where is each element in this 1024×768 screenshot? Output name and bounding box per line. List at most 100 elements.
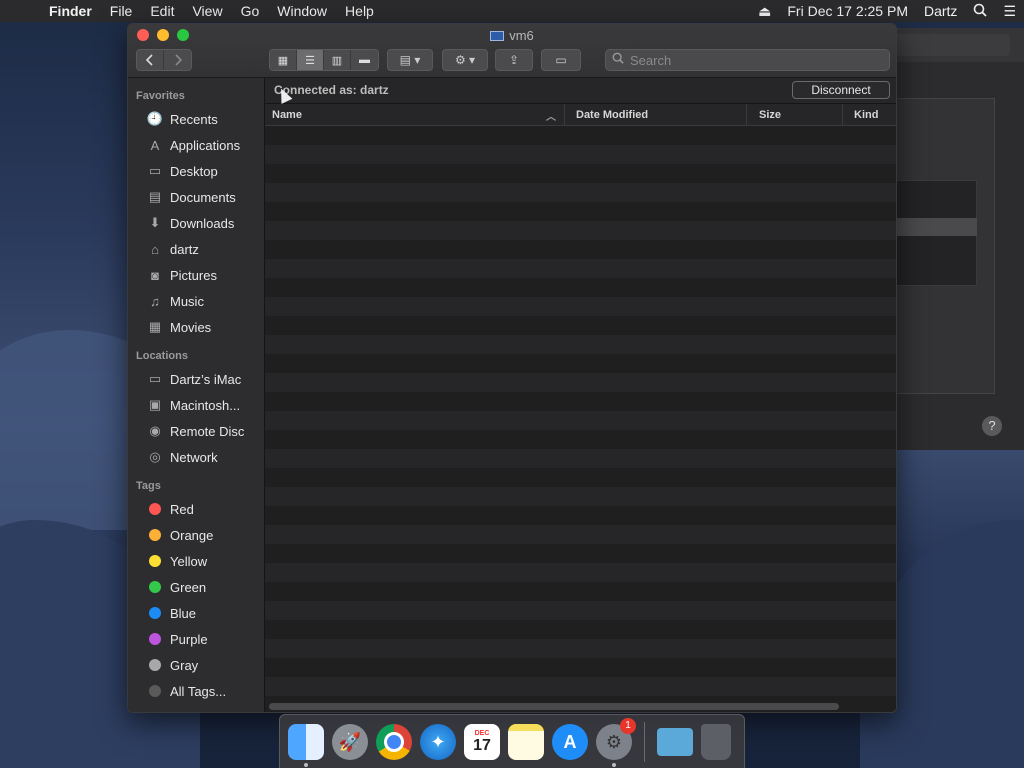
notification-center-icon[interactable]: ☰ (995, 3, 1024, 20)
tag-icon: ▭ (555, 53, 567, 67)
menu-view[interactable]: View (183, 3, 231, 19)
sidebar-tag-purple[interactable]: Purple (128, 626, 264, 652)
dock-chrome-icon[interactable] (376, 724, 412, 760)
eject-icon[interactable]: ⏏ (750, 3, 779, 20)
music-icon: ♫ (150, 293, 160, 309)
horizontal-scrollbar[interactable] (269, 703, 839, 710)
disc-icon: ◉ (149, 423, 161, 438)
menu-window[interactable]: Window (268, 3, 336, 19)
sidebar-item-documents[interactable]: ▤ Documents (128, 184, 264, 210)
dock-downloads-folder-icon[interactable] (657, 728, 693, 756)
sidebar-item-desktop[interactable]: ▭ Desktop (128, 158, 264, 184)
dock-app-store-icon[interactable]: A (552, 724, 588, 760)
tag-dot-icon (149, 555, 161, 567)
computer-icon: ▭ (148, 371, 162, 386)
sidebar-item-recents[interactable]: 🕘 Recents (128, 106, 264, 132)
sidebar-item-label: Remote Disc (170, 423, 245, 439)
menu-edit[interactable]: Edit (141, 3, 183, 19)
menu-bar: Finder File Edit View Go Window Help ⏏ F… (0, 0, 1024, 22)
sidebar-item-dartz-s-imac[interactable]: ▭ Dartz’s iMac (128, 366, 264, 392)
globe-icon: ◎ (149, 449, 161, 464)
film-icon: ▦ (148, 319, 162, 334)
sidebar-item-movies[interactable]: ▦ Movies (128, 314, 264, 340)
sidebar-tag-green[interactable]: Green (128, 574, 264, 600)
list-view-button[interactable]: ☰ (297, 50, 324, 70)
sidebar-tag-gray[interactable]: Gray (128, 652, 264, 678)
action-gear-button[interactable]: ⚙ ▾ (442, 49, 488, 71)
sidebar-item-label: Recents (170, 111, 218, 127)
group-by-button[interactable]: ▤ ▾ (387, 49, 433, 71)
sidebar-tag-orange[interactable]: Orange (128, 522, 264, 548)
sidebar-tag-all-tags[interactable]: All Tags... (128, 678, 264, 704)
file-list-area[interactable]: Connected as: dartz Disconnect Name ︿ Da… (265, 78, 896, 712)
empty-file-rows[interactable] (265, 126, 896, 698)
clock-icon: 🕘 (146, 111, 164, 126)
dock-finder-icon[interactable] (288, 724, 324, 767)
menu-go[interactable]: Go (232, 3, 269, 19)
menu-clock[interactable]: Fri Dec 17 2:25 PM (779, 3, 916, 19)
search-input[interactable] (630, 52, 870, 68)
dock: 🚀 ✦ DEC 17 A ⚙ 1 (279, 714, 745, 768)
sidebar-tag-yellow[interactable]: Yellow (128, 548, 264, 574)
forward-button[interactable] (164, 50, 191, 70)
tag-button[interactable]: ▭ (541, 49, 581, 71)
sidebar-item-label: Music (170, 293, 204, 309)
column-header: Name ︿ Date Modified Size Kind (265, 104, 896, 126)
sidebar-item-dartz[interactable]: ⌂ dartz (128, 236, 264, 262)
sidebar-item-label: Dartz’s iMac (170, 371, 242, 387)
menu-user[interactable]: Dartz (916, 3, 965, 19)
dock-launchpad-icon[interactable]: 🚀 (332, 724, 368, 760)
tag-dot-icon (149, 607, 161, 619)
menu-file[interactable]: File (101, 3, 142, 19)
sidebar-item-remote-disc[interactable]: ◉ Remote Disc (128, 418, 264, 444)
search-field[interactable] (605, 49, 890, 71)
disconnect-button[interactable]: Disconnect (792, 81, 890, 99)
column-size[interactable]: Size (747, 104, 843, 125)
sidebar: Favorites 🕘 Recents A Applications ▭ Desktop ▤… (128, 78, 265, 712)
sidebar-item-label: Network (170, 449, 218, 465)
dock-system-preferences-icon[interactable]: ⚙ 1 (596, 718, 636, 767)
sidebar-item-label: Blue (170, 605, 197, 621)
connection-bar: Connected as: dartz Disconnect (265, 78, 896, 104)
share-button[interactable]: ⇪ (495, 49, 533, 71)
hard-drive-icon: ▣ (148, 397, 162, 412)
sidebar-item-label: Desktop (170, 163, 218, 179)
dock-trash-icon[interactable] (701, 724, 731, 760)
dock-notes-icon[interactable] (508, 724, 544, 760)
column-view-button[interactable]: ▥ (324, 50, 351, 70)
sidebar-item-network[interactable]: ◎ Network (128, 444, 264, 470)
menu-help[interactable]: Help (336, 3, 383, 19)
search-icon (612, 51, 624, 69)
sidebar-item-music[interactable]: ♫ Music (128, 288, 264, 314)
sidebar-item-downloads[interactable]: ⬇ Downloads (128, 210, 264, 236)
sidebar-tag-red[interactable]: Red (128, 496, 264, 522)
sidebar-tag-blue[interactable]: Blue (128, 600, 264, 626)
help-icon[interactable]: ? (982, 416, 1002, 436)
dock-safari-icon[interactable]: ✦ (420, 724, 456, 760)
tag-dot-icon (149, 685, 161, 697)
sidebar-item-label: Orange (170, 527, 214, 543)
background-window[interactable]: ? (880, 28, 1024, 450)
column-date-modified[interactable]: Date Modified (565, 104, 747, 125)
sidebar-item-pictures[interactable]: ◙ Pictures (128, 262, 264, 288)
sidebar-item-label: Green (170, 579, 207, 595)
icon-view-button[interactable]: ▦ (270, 50, 297, 70)
sidebar-header-locations: Locations (136, 350, 188, 362)
home-icon: ⌂ (151, 241, 159, 257)
sidebar-item-label: Movies (170, 319, 212, 335)
tag-dot-icon (149, 529, 161, 541)
menu-finder[interactable]: Finder (40, 3, 101, 19)
tag-dot-icon (149, 659, 161, 671)
back-button[interactable] (137, 50, 164, 70)
dock-calendar-icon[interactable]: DEC 17 (464, 724, 500, 760)
notification-badge: 1 (620, 718, 636, 734)
sidebar-item-label: dartz (170, 241, 199, 257)
spotlight-icon[interactable] (965, 3, 995, 20)
sidebar-item-applications[interactable]: A Applications (128, 132, 264, 158)
sidebar-item-macintosh[interactable]: ▣ Macintosh... (128, 392, 264, 418)
column-kind[interactable]: Kind (843, 104, 896, 125)
camera-icon: ◙ (151, 267, 159, 283)
applications-icon: A (150, 137, 160, 153)
column-name[interactable]: Name ︿ (265, 104, 565, 125)
gallery-view-button[interactable]: ▬ (351, 50, 378, 70)
